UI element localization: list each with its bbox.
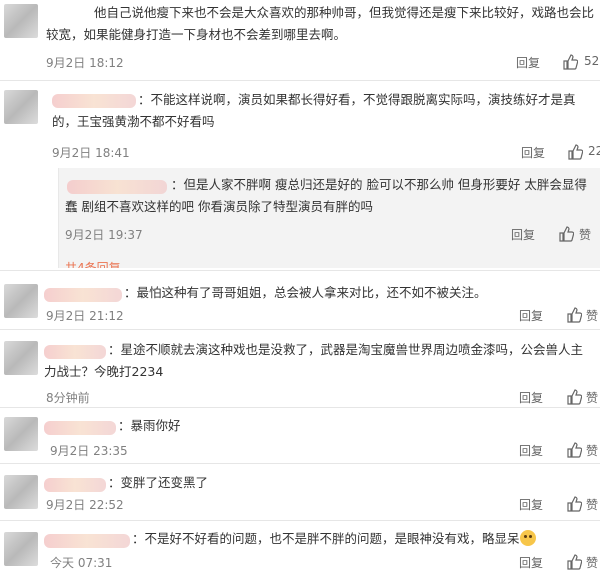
thumbs-up-icon[interactable]: [566, 307, 583, 323]
comment-time: 9月2日 23:35: [50, 444, 128, 458]
reply-button[interactable]: 回复: [519, 554, 543, 571]
comment-text: ：星途不顺就去演这种戏也是没救了，武器是淘宝魔兽世界周边喷金漆吗，公会兽人主力战…: [44, 342, 584, 379]
like-label[interactable]: 赞: [586, 554, 598, 571]
thumbs-up-icon[interactable]: [566, 496, 583, 512]
reply-text: ：但是人家不胖啊 瘦总归还是好的 脸可以不那么帅 但身形要好 太胖会显得蠢 剧组…: [65, 177, 587, 214]
comment-item: ：星途不顺就去演这种戏也是没救了，武器是淘宝魔兽世界周边喷金漆吗，公会兽人主力战…: [0, 331, 600, 407]
thumbs-up-icon[interactable]: [566, 554, 583, 570]
dizzy-face-emoji-icon: [519, 530, 536, 546]
avatar[interactable]: [4, 284, 38, 318]
avatar[interactable]: [4, 475, 38, 509]
avatar[interactable]: [4, 417, 38, 451]
more-replies-link[interactable]: 共4条回复: [65, 260, 121, 268]
comment-time: 9月2日 22:52: [46, 498, 124, 512]
comment-text: ：暴雨你好: [118, 418, 181, 433]
comment-text-content: ：不是好不好看的问题，也不是胖不胖的问题，是眼神没有戏，略显呆: [132, 531, 520, 546]
divider: [0, 329, 600, 330]
reply-button[interactable]: 回复: [511, 226, 535, 243]
comment-item: 他自己说他瘦下来也不会是大众喜欢的那种帅哥，但我觉得还是瘦下来比较好，戏路也会比…: [0, 0, 600, 78]
avatar[interactable]: [4, 4, 38, 38]
avatar[interactable]: [4, 90, 38, 124]
divider: [0, 80, 600, 81]
comment-text: ：变胖了还变黑了: [108, 475, 209, 490]
comment-item: ：暴雨你好 9月2日 23:35 回复 赞: [0, 409, 600, 463]
divider: [0, 520, 600, 521]
reply-button[interactable]: 回复: [519, 307, 543, 324]
like-label[interactable]: 赞: [586, 307, 598, 324]
comment-time: 9月2日 18:41: [52, 146, 130, 160]
reply-button[interactable]: 回复: [519, 389, 543, 406]
like-label[interactable]: 赞: [586, 496, 598, 513]
comment-item: ：变胖了还变黑了 9月2日 22:52 回复 赞: [0, 465, 600, 519]
comment-item: ：最怕这种有了哥哥姐姐，总会被人拿来对比，还不如不被关注。 9月2日 21:12…: [0, 272, 600, 328]
thumbs-up-icon[interactable]: [562, 54, 579, 70]
divider: [0, 407, 600, 408]
like-label[interactable]: 赞: [579, 226, 591, 243]
like-label[interactable]: 赞: [586, 389, 598, 406]
thumbs-up-icon[interactable]: [558, 226, 575, 242]
thumbs-up-icon[interactable]: [567, 144, 584, 160]
reply-button[interactable]: 回复: [519, 442, 543, 459]
reply-button[interactable]: 回复: [521, 144, 545, 161]
avatar[interactable]: [4, 341, 38, 375]
comment-time: 9月2日 21:12: [46, 309, 124, 323]
thumbs-up-icon[interactable]: [566, 442, 583, 458]
comment-text: ：不是好不好看的问题，也不是胖不胖的问题，是眼神没有戏，略显呆: [44, 528, 592, 550]
reply-button[interactable]: 回复: [519, 496, 543, 513]
divider: [0, 463, 600, 464]
comment-text: ：最怕这种有了哥哥姐姐，总会被人拿来对比，还不如不被关注。: [124, 285, 487, 300]
divider: [0, 270, 600, 271]
comment-time: 8分钟前: [46, 391, 90, 405]
avatar[interactable]: [4, 532, 38, 566]
comment-time: 9月2日 18:12: [46, 56, 124, 70]
like-count: 22: [588, 144, 600, 158]
like-count: 52: [584, 54, 600, 68]
reply-time: 9月2日 19:37: [65, 228, 143, 242]
like-label[interactable]: 赞: [586, 442, 598, 459]
sub-reply-box: ：但是人家不胖啊 瘦总归还是好的 脸可以不那么帅 但身形要好 太胖会显得蠢 剧组…: [58, 168, 600, 268]
reply-button[interactable]: 回复: [516, 54, 540, 71]
comment-item: ：不是好不好看的问题，也不是胖不胖的问题，是眼神没有戏，略显呆 今天 07:31…: [0, 522, 600, 579]
thumbs-up-icon[interactable]: [566, 389, 583, 405]
comment-text: ：不能这样说啊，演员如果都长得好看，不觉得跟脱离实际吗，演技练好才是真的，王宝强…: [52, 92, 576, 129]
comment-time: 今天 07:31: [50, 556, 113, 570]
comment-text: 他自己说他瘦下来也不会是大众喜欢的那种帅哥，但我觉得还是瘦下来比较好，戏路也会比…: [46, 5, 595, 42]
